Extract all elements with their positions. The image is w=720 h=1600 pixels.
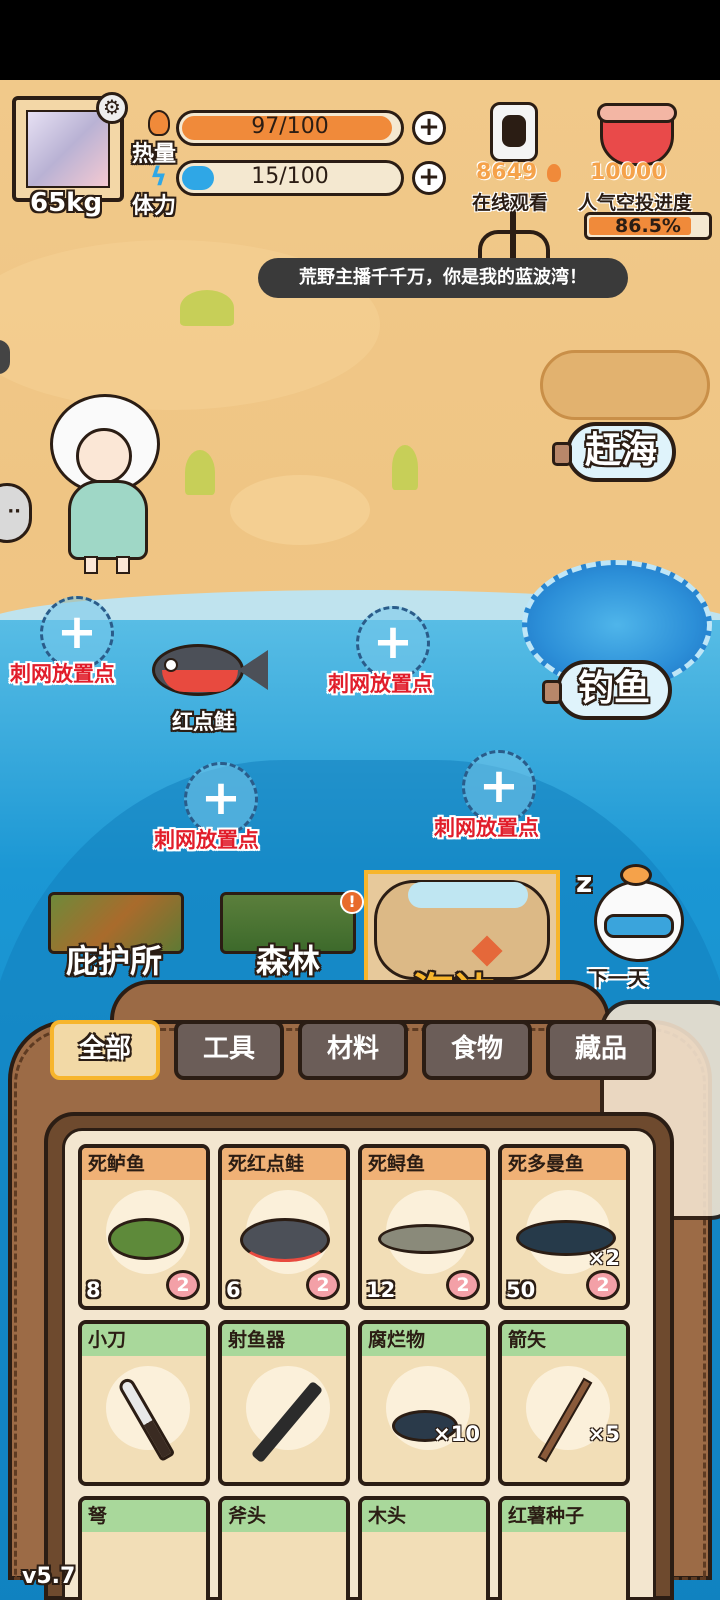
item-arrows[interactable]: 箭矢 ×5 [498,1320,630,1486]
fishing-label: 钓鱼 [577,668,650,709]
item-sweet-potato-seeds[interactable]: 红薯种子 [498,1496,630,1600]
alert-icon: ! [340,890,364,914]
item-axe[interactable]: 斧头 [218,1496,350,1600]
item-quantity: ×2 [587,1246,620,1270]
item-dead-dorman-fish[interactable]: 死多曼鱼 ×2 50 2 [498,1144,630,1310]
item-hearts: 2 [586,1270,620,1300]
tab-collection-label: 藏品 [574,1034,627,1064]
grass-tuft-icon [180,290,234,326]
item-calories: 12 [364,1274,395,1306]
perch-icon [108,1218,184,1260]
tab-all-label: 全部 [78,1034,131,1064]
viewer-count: 8649 [476,160,538,185]
item-name: 死多曼鱼 [502,1148,626,1180]
item-crossbow[interactable]: 弩 [78,1496,210,1600]
caught-fish-label: 红点鲑 [172,710,235,734]
item-hearts: 2 [166,1270,200,1300]
sturgeon-icon [378,1224,474,1254]
next-day-label: 下一天 [588,966,648,990]
item-name: 斧头 [222,1500,346,1532]
red-spotted-trout-icon [240,1218,330,1262]
gear-icon[interactable]: ⚙ [96,92,128,124]
item-speargun[interactable]: 射鱼器 [218,1320,350,1486]
item-hearts: 2 [306,1270,340,1300]
item-calories: 6 [224,1274,250,1306]
flame-icon [148,110,170,136]
stamina-bar: 15/100 [176,160,404,196]
tab-tools[interactable]: 工具 [174,1020,284,1080]
inventory-grid: 死鲈鱼 8 2 死红点鲑 6 2 死鲟鱼 12 2 死多曼鱼 ×2 50 2 小… [78,1144,638,1600]
player-weight: 65kg [30,188,103,218]
airdrop-percent: 86.5% [615,215,681,237]
beachcomb-button[interactable]: 赶海 [552,422,676,482]
tab-tools-label: 工具 [202,1034,255,1064]
player-character[interactable] [44,370,170,574]
stamina-value: 15/100 [251,164,329,189]
item-hearts: 2 [446,1270,480,1300]
next-day-button[interactable]: z [576,864,686,976]
airdrop-gift-icon[interactable] [597,103,677,166]
viewers-label: 在线观看 [472,192,549,214]
item-name: 死鲈鱼 [82,1148,206,1180]
airdrop-progress-bar: 86.5% [584,212,712,240]
tab-collection[interactable]: 藏品 [546,1020,656,1080]
item-name: 小刀 [82,1324,206,1356]
item-rotten-matter[interactable]: 腐烂物 ×10 [358,1320,490,1486]
calories-value: 97/100 [251,114,329,139]
tab-all[interactable]: 全部 [50,1020,160,1080]
sand-rock-icon [540,350,710,420]
avatar[interactable]: ⚙ [12,92,128,202]
add-stamina-button[interactable]: + [412,161,446,195]
item-dead-perch[interactable]: 死鲈鱼 8 2 [78,1144,210,1310]
item-name: 红薯种子 [502,1500,626,1532]
camera-icon [490,102,538,162]
item-name: 死鲟鱼 [362,1148,486,1180]
sand-dune [230,475,370,545]
stamina-label: 体力 [132,194,177,219]
tripod-leg [478,230,550,260]
calories-bar: 97/100 [176,110,404,146]
grass-tuft-icon [392,445,418,490]
item-knife[interactable]: 小刀 [78,1320,210,1486]
item-dead-red-spotted-trout[interactable]: 死红点鲑 6 2 [218,1144,350,1310]
item-quantity: ×10 [433,1422,480,1446]
red-spotted-fish-icon[interactable] [152,636,270,702]
airdrop-label: 人气空投进度 [578,192,693,214]
fishing-button[interactable]: 钓鱼 [542,660,672,720]
viewer-flame-icon [547,164,561,182]
item-calories: 8 [84,1274,110,1306]
net-spot-label-4: 刺网放置点 [434,816,539,840]
airdrop-value: 10000 [590,160,667,185]
item-name: 死红点鲑 [222,1148,346,1180]
beachcomb-label: 赶海 [584,430,657,471]
item-quantity: ×5 [587,1422,620,1446]
grass-tuft-icon [185,450,215,495]
net-spot-label-1: 刺网放置点 [10,662,115,686]
item-dead-sturgeon[interactable]: 死鲟鱼 12 2 [358,1144,490,1310]
tab-food-label: 食物 [450,1034,503,1064]
item-name: 木头 [362,1500,486,1532]
game-scene: ⚙ 65kg 热量 97/100 + ϟ 体力 15/100 + 8649 在线… [0,80,720,1600]
net-spot-label-2: 刺网放置点 [328,672,433,696]
add-calories-button[interactable]: + [412,111,446,145]
chat-bubble-button[interactable]: ·· [0,483,32,543]
location-forest-label: 森林 [256,942,321,980]
item-name: 腐烂物 [362,1324,486,1356]
item-name: 弩 [82,1500,206,1532]
tab-materials[interactable]: 材料 [298,1020,408,1080]
net-spot-label-3: 刺网放置点 [154,828,259,852]
item-wood[interactable]: 木头 [358,1496,490,1600]
item-name: 箭矢 [502,1324,626,1356]
item-name: 射鱼器 [222,1324,346,1356]
location-shelter-label: 庇护所 [66,942,163,980]
tab-food[interactable]: 食物 [422,1020,532,1080]
tab-materials-label: 材料 [326,1034,379,1064]
avatar-image [26,110,110,188]
version-label: v5.7 [22,1564,76,1589]
item-calories: 50 [504,1274,535,1306]
stream-banner: 荒野主播千千万，你是我的蓝波湾！ [258,258,628,298]
